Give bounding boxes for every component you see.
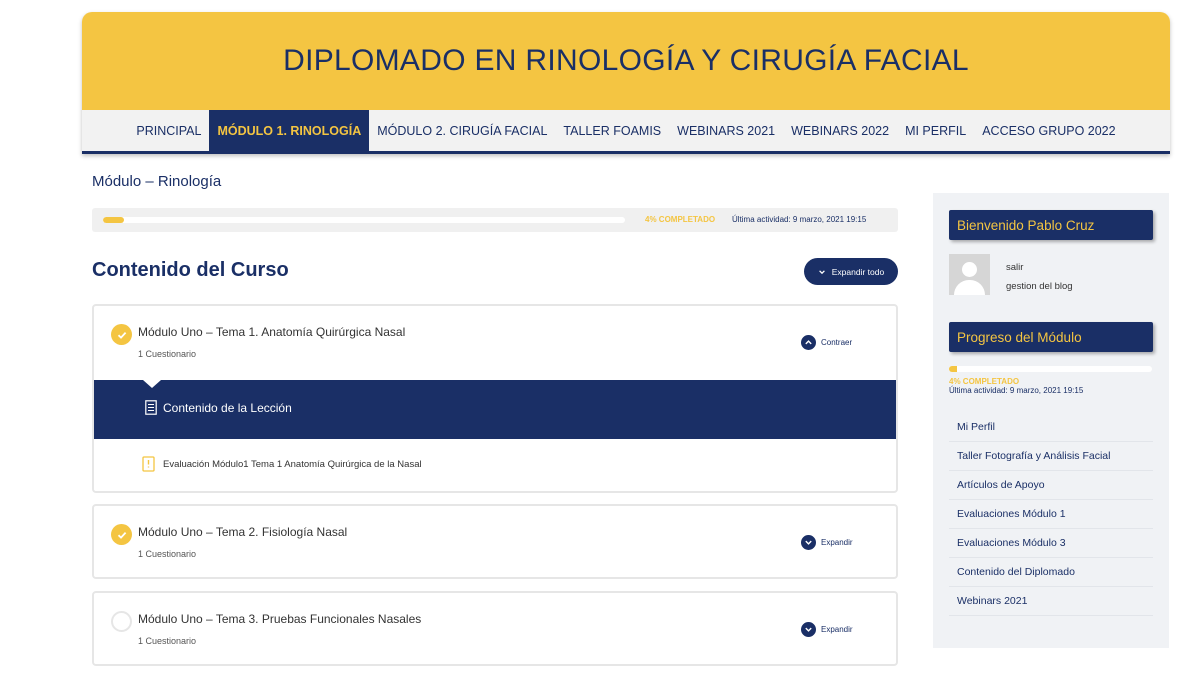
sidebar-progress-fill <box>949 366 958 372</box>
site-header: DIPLOMADO EN RINOLOGÍA Y CIRUGÍA FACIAL … <box>82 12 1170 154</box>
sidebar-progress-bar <box>949 366 1152 372</box>
lesson-item: Módulo Uno – Tema 3. Pruebas Funcionales… <box>92 591 898 666</box>
lesson-quiz-count: 1 Cuestionario <box>138 549 197 559</box>
expand-lesson-button[interactable]: Expandir <box>801 535 853 550</box>
expand-all-label: Expandir todo <box>831 266 885 277</box>
collapse-lesson-button[interactable]: Contraer <box>801 335 852 350</box>
document-icon <box>145 400 157 415</box>
nav-item-webinars-2022[interactable]: WEBINARS 2022 <box>783 110 897 151</box>
module-progress-widget-title: Progreso del Módulo <box>949 322 1153 352</box>
blog-management-link[interactable]: gestion del blog <box>1006 281 1073 292</box>
expand-label: Expandir <box>821 625 853 634</box>
completed-check-icon <box>111 324 132 345</box>
nav-item-taller-foamis[interactable]: TALLER FOAMIS <box>555 110 669 151</box>
progress-percent-label: 4% COMPLETADO <box>645 215 716 224</box>
sidebar-item-mi-perfil[interactable]: Mi Perfil <box>949 413 1153 442</box>
sidebar-menu: Mi Perfil Taller Fotografía y Análisis F… <box>949 413 1153 616</box>
sidebar-last-activity: Última actividad: 9 marzo, 2021 19:15 <box>949 386 1084 395</box>
quiz-title: Evaluación Módulo1 Tema 1 Anatomía Quirú… <box>163 458 422 470</box>
lesson-title[interactable]: Módulo Uno – Tema 2. Fisiología Nasal <box>138 525 347 539</box>
sidebar-item-contenido-diplomado[interactable]: Contenido del Diplomado <box>949 558 1153 587</box>
collapse-label: Contraer <box>821 338 853 347</box>
chevron-down-icon <box>801 622 816 637</box>
sidebar-item-articulos-apoyo[interactable]: Artículos de Apoyo <box>949 471 1153 500</box>
nav-item-principal[interactable]: PRINCIPAL <box>128 110 209 151</box>
lesson-title[interactable]: Módulo Uno – Tema 3. Pruebas Funcionales… <box>138 612 421 626</box>
logout-link[interactable]: salir <box>1006 262 1023 273</box>
sidebar: Bienvenido Pablo Cruz salir gestion del … <box>933 193 1169 648</box>
progress-bar-fill <box>103 217 124 223</box>
expand-label: Expandir <box>821 538 853 547</box>
progress-bar <box>103 217 625 223</box>
course-content-heading: Contenido del Curso <box>92 259 289 281</box>
quiz-link[interactable]: Evaluación Módulo1 Tema 1 Anatomía Quirú… <box>142 456 422 472</box>
header-banner: DIPLOMADO EN RINOLOGÍA Y CIRUGÍA FACIAL <box>82 12 1170 110</box>
lesson-content-label: Contenido de la Lección <box>145 400 292 415</box>
nav-item-mi-perfil[interactable]: MI PERFIL <box>897 110 974 151</box>
expand-all-button[interactable]: Expandir todo <box>804 258 898 285</box>
sidebar-item-webinars-2021[interactable]: Webinars 2021 <box>949 587 1153 616</box>
chevron-down-icon <box>801 535 816 550</box>
nav-item-webinars-2021[interactable]: WEBINARS 2021 <box>669 110 783 151</box>
nav-item-modulo-1-rinologia[interactable]: MÓDULO 1. RINOLOGÍA <box>209 110 370 151</box>
incomplete-circle-icon <box>111 611 132 632</box>
welcome-widget-title: Bienvenido Pablo Cruz <box>949 210 1153 240</box>
site-title: DIPLOMADO EN RINOLOGÍA Y CIRUGÍA FACIAL <box>283 44 969 77</box>
quiz-icon <box>142 456 155 472</box>
lesson-item: Módulo Uno – Tema 2. Fisiología Nasal 1 … <box>92 504 898 579</box>
page-title: Módulo – Rinología <box>92 173 222 190</box>
chevron-up-icon <box>801 335 816 350</box>
nav-item-acceso-grupo-2022[interactable]: ACCESO GRUPO 2022 <box>974 110 1123 151</box>
completed-check-icon <box>111 524 132 545</box>
sidebar-item-taller-fotografia[interactable]: Taller Fotografía y Análisis Facial <box>949 442 1153 471</box>
nav-item-modulo-2-cirugia-facial[interactable]: MÓDULO 2. CIRUGÍA FACIAL <box>369 110 555 151</box>
avatar <box>949 254 990 295</box>
lesson-title[interactable]: Módulo Uno – Tema 1. Anatomía Quirúrgica… <box>138 325 405 339</box>
last-activity: Última actividad: 9 marzo, 2021 19:15 <box>732 215 867 224</box>
expand-lesson-button[interactable]: Expandir <box>801 622 853 637</box>
sidebar-item-evaluaciones-modulo-3[interactable]: Evaluaciones Módulo 3 <box>949 529 1153 558</box>
lesson-content-header: Contenido de la Lección <box>94 380 896 439</box>
main-nav: PRINCIPAL MÓDULO 1. RINOLOGÍA MÓDULO 2. … <box>82 110 1170 151</box>
chevron-down-icon <box>818 269 825 274</box>
lesson-item: Módulo Uno – Tema 1. Anatomía Quirúrgica… <box>92 304 898 493</box>
sidebar-progress-percent: 4% COMPLETADO <box>949 377 1020 386</box>
pointer-notch <box>143 380 161 388</box>
lesson-quiz-count: 1 Cuestionario <box>138 349 197 359</box>
lesson-quiz-count: 1 Cuestionario <box>138 636 197 646</box>
course-progress: 4% COMPLETADO Última actividad: 9 marzo,… <box>92 208 898 232</box>
lesson-content-text: Contenido de la Lección <box>163 400 292 415</box>
sidebar-item-evaluaciones-modulo-1[interactable]: Evaluaciones Módulo 1 <box>949 500 1153 529</box>
